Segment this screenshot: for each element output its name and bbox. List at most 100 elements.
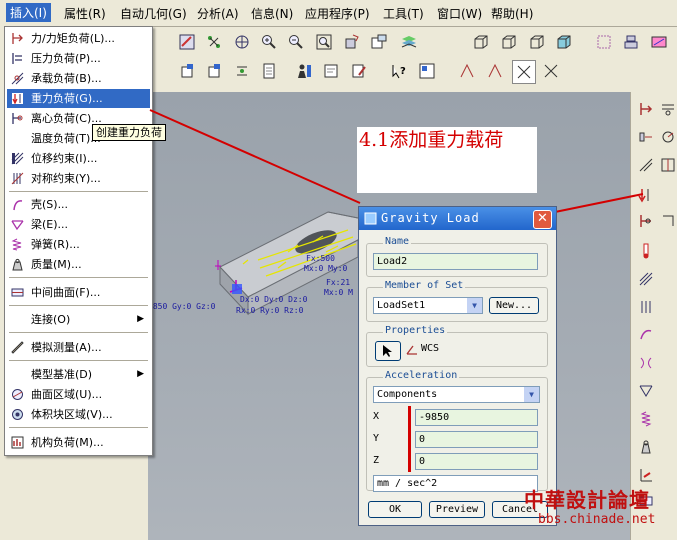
datum-axes-icon[interactable] — [620, 31, 642, 53]
menu-item-bearing-load[interactable]: 承载负荷(B)... — [7, 69, 150, 88]
refit-icon[interactable] — [313, 31, 335, 53]
submenu-arrow-icon: ▶ — [137, 369, 144, 379]
rt-centrifugal-icon[interactable] — [657, 126, 677, 148]
menu-tools[interactable]: 工具(T) — [383, 5, 424, 22]
datum-planes-icon[interactable] — [593, 31, 615, 53]
dialog-titlebar[interactable]: Gravity Load ✕ — [359, 207, 556, 230]
midsurface-icon — [11, 288, 24, 297]
rt-displacement-icon[interactable] — [635, 154, 657, 176]
person-icon[interactable] — [293, 60, 315, 82]
rt-gravity-icon[interactable] — [635, 184, 657, 206]
member-of-set-label: Member of Set — [383, 280, 466, 291]
rt-beam-icon[interactable] — [635, 352, 657, 374]
menu-item-gravity-load[interactable]: 重力负荷(G)... — [7, 89, 150, 108]
model-tree-2-icon[interactable] — [203, 60, 225, 82]
edit-icon[interactable] — [348, 60, 370, 82]
rt-force-icon[interactable] — [635, 98, 657, 120]
model-tree-1-icon[interactable] — [176, 60, 198, 82]
shading-icon[interactable] — [553, 31, 575, 53]
menu-item-mechanism-load[interactable]: 机构负荷(M)... — [7, 433, 150, 452]
menu-applications[interactable]: 应用程序(P) — [305, 5, 370, 22]
x-input[interactable]: -9850 — [415, 409, 538, 426]
loadset-select[interactable]: LoadSet1 ▼ — [373, 297, 483, 314]
notes-icon[interactable] — [320, 60, 342, 82]
menu-item-connection[interactable]: 连接(O) ▶ — [7, 310, 150, 329]
menu-separator — [9, 305, 148, 306]
menu-properties[interactable]: 属性(R) — [64, 5, 106, 22]
rt-sym-icon[interactable] — [635, 296, 657, 318]
zoom-in-icon[interactable] — [258, 31, 280, 53]
rt-temperature-icon[interactable] — [635, 210, 657, 232]
menu-window[interactable]: 窗口(W) — [437, 5, 482, 22]
name-input[interactable]: Load2 — [373, 253, 538, 270]
rt-spring-icon[interactable] — [635, 408, 657, 430]
menu-info[interactable]: 信息(N) — [251, 5, 293, 22]
orient-icon[interactable] — [231, 31, 253, 53]
rt-midsurface-icon[interactable] — [635, 464, 657, 486]
named-views-icon[interactable] — [368, 31, 390, 53]
z-input[interactable]: 0 — [415, 453, 538, 470]
document-icon[interactable] — [258, 60, 280, 82]
new-loadset-button[interactable]: New... — [489, 297, 539, 314]
menu-item-force-moment[interactable]: 力/力矩负荷(L)... — [7, 29, 150, 48]
menu-item-displacement-constraint[interactable]: 位移约束(I)... — [7, 149, 150, 168]
close-icon[interactable]: ✕ — [533, 210, 552, 229]
sketch-4-icon[interactable] — [540, 60, 562, 82]
sketch-1-icon[interactable] — [456, 60, 478, 82]
simulation-measure-icon — [11, 341, 24, 354]
ok-button[interactable]: OK — [368, 501, 422, 518]
reorient-icon[interactable] — [341, 31, 363, 53]
menu-item-midsurface[interactable]: 中间曲面(F)... — [7, 283, 150, 302]
sketch-2-icon[interactable] — [484, 60, 506, 82]
point-icon[interactable] — [231, 60, 253, 82]
rt-mass-icon[interactable] — [635, 436, 657, 458]
rt-thermometer-icon[interactable] — [635, 240, 657, 262]
select-csys-button[interactable] — [375, 341, 401, 361]
rt-shell2-icon[interactable] — [635, 324, 657, 346]
context-help-icon[interactable]: ? — [388, 60, 410, 82]
units-field[interactable]: mm / sec^2 — [373, 475, 538, 492]
datum-csys-icon[interactable] — [648, 31, 670, 53]
menu-autogeom[interactable]: 自动几何(G) — [120, 5, 187, 22]
menu-item-mass[interactable]: 质量(M)... — [7, 255, 150, 274]
menu-item-symmetry-constraint[interactable]: 对称约束(Y)... — [7, 169, 150, 188]
rt-pressure-icon[interactable] — [657, 98, 677, 120]
gravity-load-label: 9850 Gy:0 Gz:0 — [148, 302, 216, 311]
wireframe-icon[interactable] — [470, 31, 492, 53]
menu-analysis[interactable]: 分析(A) — [197, 5, 239, 22]
rt-beam2-icon[interactable] — [635, 380, 657, 402]
rt-shell-icon[interactable] — [657, 210, 677, 232]
menu-item-surface-region[interactable]: 曲面区域(U)... — [7, 385, 150, 404]
menu-separator — [9, 332, 148, 333]
zoom-out-icon[interactable] — [285, 31, 307, 53]
rt-bearing-icon[interactable] — [635, 126, 657, 148]
preview-button[interactable]: Preview — [429, 501, 485, 518]
menu-item-spring[interactable]: 弹簧(R)... — [7, 235, 150, 254]
watermark: 中華設計論壇 bbs.chinade.net — [524, 484, 674, 530]
menu-separator — [9, 427, 148, 428]
layers-icon[interactable] — [398, 31, 420, 53]
menu-item-pressure-load[interactable]: 压力负荷(P)... — [7, 49, 150, 68]
repaint-icon[interactable] — [176, 31, 198, 53]
rt-symmetry-icon[interactable] — [657, 154, 677, 176]
menu-item-shell[interactable]: 壳(S)... — [7, 195, 150, 214]
y-input[interactable]: 0 — [415, 431, 538, 448]
menu-item-model-datum[interactable]: 模型基准(D) ▶ — [7, 365, 150, 384]
menu-insert[interactable]: 插入(I) — [6, 3, 51, 22]
no-hidden-icon[interactable] — [526, 31, 548, 53]
rt-constraint-icon[interactable] — [635, 268, 657, 290]
acceleration-mode-select[interactable]: Components ▼ — [373, 386, 540, 403]
menu-item-beam[interactable]: 梁(E)... — [7, 215, 150, 234]
menu-item-sim-measure[interactable]: 模拟测量(A)... — [7, 338, 150, 357]
bearing-load-icon — [11, 72, 24, 85]
properties-group: Properties WCS — [366, 325, 548, 367]
menu-help[interactable]: 帮助(H) — [491, 5, 533, 22]
menu-item-volume-region[interactable]: 体积块区域(V)... — [7, 405, 150, 424]
hidden-line-icon[interactable] — [498, 31, 520, 53]
sketch-3-icon[interactable] — [512, 60, 536, 84]
right-toolbar — [630, 92, 677, 540]
gravity-load-dialog: Gravity Load ✕ Name Load2 Member of Set … — [358, 206, 557, 526]
spin-center-icon[interactable] — [203, 31, 225, 53]
properties-label: Properties — [383, 325, 448, 336]
info-panel-icon[interactable] — [416, 60, 438, 82]
